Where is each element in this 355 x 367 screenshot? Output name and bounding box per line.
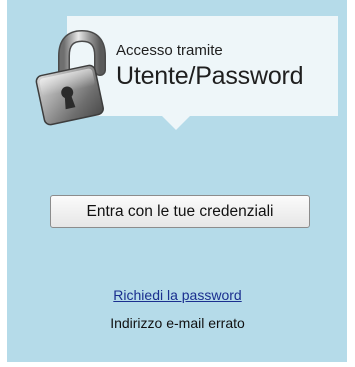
error-message: Indirizzo e-mail errato (110, 315, 245, 331)
padlock-icon (34, 29, 114, 128)
request-password-link[interactable]: Richiedi la password (0, 287, 355, 303)
login-method-title: Utente/Password (116, 62, 304, 90)
login-method-subtitle: Accesso tramite (116, 42, 223, 59)
login-with-credentials-button[interactable]: Entra con le tue credenziali (50, 195, 310, 228)
header-card-pointer (162, 116, 190, 130)
